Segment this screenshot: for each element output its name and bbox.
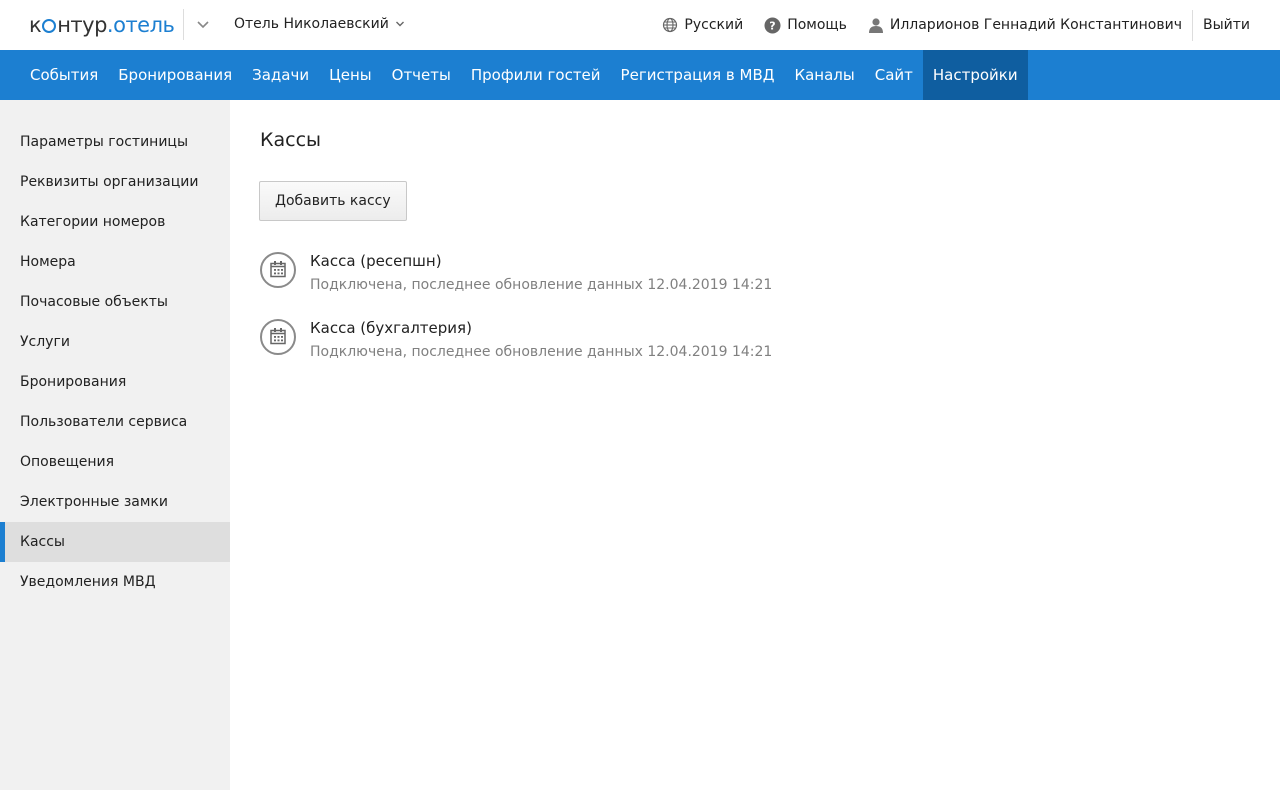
sidebar-item-electronic-locks[interactable]: Электронные замки: [0, 482, 230, 522]
sidebar-item-service-users[interactable]: Пользователи сервиса: [0, 402, 230, 442]
settings-sidebar: Параметры гостиницы Реквизиты организаци…: [0, 100, 230, 790]
sidebar-item-cash-registers[interactable]: Кассы: [0, 522, 230, 562]
language-selector[interactable]: Русский: [662, 17, 743, 33]
product-switch-chevron-icon[interactable]: [196, 18, 210, 32]
user-menu[interactable]: Илларионов Геннадий Константинович: [868, 17, 1182, 33]
cash-register-item: Касса (бухгалтерия) Подключена, последне…: [260, 318, 1280, 362]
svg-text:?: ?: [769, 19, 775, 32]
nav-channels[interactable]: Каналы: [784, 50, 864, 100]
logout-link[interactable]: Выйти: [1203, 17, 1250, 33]
logout-divider: [1191, 9, 1193, 41]
nav-reports[interactable]: Отчеты: [382, 50, 461, 100]
nav-mvd-registration[interactable]: Регистрация в МВД: [611, 50, 785, 100]
hotel-selector[interactable]: Отель Николаевский: [234, 16, 405, 32]
cash-register-name[interactable]: Касса (бухгалтерия): [310, 318, 772, 338]
logo-text-end: .отель: [106, 13, 175, 37]
logo-text-mid: нтур: [57, 13, 107, 37]
globe-icon: [663, 17, 678, 33]
sidebar-item-room-categories[interactable]: Категории номеров: [0, 202, 230, 242]
nav-settings[interactable]: Настройки: [922, 50, 1028, 100]
top-bar: к нтур.отель Отель Николаевский Русский ?…: [0, 0, 1280, 50]
user-icon: [868, 18, 883, 33]
logo-divider: [183, 9, 184, 40]
cash-register-status: Подключена, последнее обновление данных …: [310, 344, 773, 360]
kontur-hotel-logo[interactable]: к нтур.отель: [29, 10, 175, 40]
cash-register-name[interactable]: Касса (ресепшн): [310, 251, 772, 271]
hotel-name: Отель Николаевский: [234, 16, 389, 32]
main-navigation: События Бронирования Задачи Цены Отчеты …: [0, 50, 1280, 100]
nav-site[interactable]: Сайт: [865, 50, 923, 100]
help-link[interactable]: ? Помощь: [764, 17, 847, 34]
sidebar-item-notifications[interactable]: Оповещения: [0, 442, 230, 482]
nav-events[interactable]: События: [20, 50, 108, 100]
logo-ring-icon: [42, 19, 57, 33]
sidebar-item-services[interactable]: Услуги: [0, 322, 230, 362]
help-icon: ?: [764, 17, 781, 33]
logo-text-start: к: [29, 13, 42, 37]
sidebar-item-mvd-notifications[interactable]: Уведомления МВД: [0, 562, 230, 602]
main-content: Кассы Добавить кассу Касса (ресепшн) Под…: [230, 100, 1280, 790]
nav-bookings[interactable]: Бронирования: [108, 50, 242, 100]
sidebar-item-organization-details[interactable]: Реквизиты организации: [0, 162, 230, 202]
sidebar-item-hourly-objects[interactable]: Почасовые объекты: [0, 282, 230, 322]
cash-register-status: Подключена, последнее обновление данных …: [310, 277, 773, 293]
chevron-down-icon: [395, 21, 404, 27]
help-label: Помощь: [787, 17, 847, 33]
nav-guest-profiles[interactable]: Профили гостей: [461, 50, 611, 100]
add-cash-register-button[interactable]: Добавить кассу: [259, 181, 407, 221]
sidebar-item-rooms[interactable]: Номера: [0, 242, 230, 282]
cash-register-icon: [260, 319, 296, 355]
language-label: Русский: [684, 17, 744, 33]
nav-prices[interactable]: Цены: [319, 50, 382, 100]
sidebar-item-bookings[interactable]: Бронирования: [0, 362, 230, 402]
cash-register-icon: [260, 252, 296, 288]
sidebar-item-hotel-parameters[interactable]: Параметры гостиницы: [0, 122, 230, 162]
page-title: Кассы: [260, 129, 322, 151]
nav-tasks[interactable]: Задачи: [242, 50, 319, 100]
cash-register-item: Касса (ресепшн) Подключена, последнее об…: [260, 251, 1280, 295]
user-name: Илларионов Геннадий Константинович: [889, 17, 1182, 33]
